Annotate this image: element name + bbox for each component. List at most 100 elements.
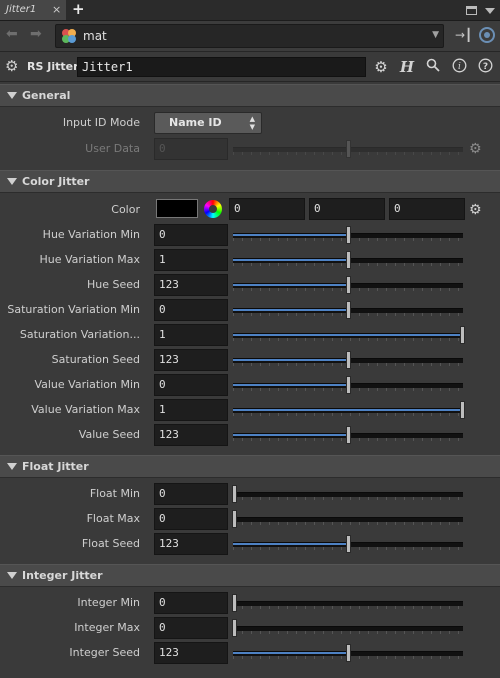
network-path-text: mat	[83, 29, 107, 43]
hue-variation-min-field[interactable]: 0	[154, 224, 228, 246]
saturation-variation-min-field[interactable]: 0	[154, 299, 228, 321]
user-data-slider	[233, 138, 463, 160]
hue-variation-max-field[interactable]: 1	[154, 249, 228, 271]
node-type-label: RS Jitter	[27, 60, 79, 73]
integer-max-field[interactable]: 0	[154, 617, 228, 639]
value-variation-max-field[interactable]: 1	[154, 399, 228, 421]
integer-min-field[interactable]: 0	[154, 592, 228, 614]
hue-variation-max-slider[interactable]	[233, 249, 463, 271]
slider-handle[interactable]	[346, 301, 351, 319]
integer-seed-field[interactable]: 123	[154, 642, 228, 664]
color-wheel-icon[interactable]	[204, 200, 222, 218]
color-swatch[interactable]	[156, 199, 198, 218]
pin-icon[interactable]: →┃	[455, 28, 472, 44]
slider-handle[interactable]	[460, 326, 465, 344]
window-icon[interactable]	[466, 6, 477, 15]
node-type-gear-icon[interactable]: ⚙	[5, 58, 21, 74]
hue-variation-min-label: Hue Variation Min	[42, 228, 140, 241]
slider-handle[interactable]	[232, 485, 237, 503]
collapse-arrow-icon	[7, 92, 17, 99]
slider-handle[interactable]	[346, 276, 351, 294]
input-id-mode-dropdown[interactable]: Name ID ▲ ▼	[154, 112, 262, 134]
float-min-field[interactable]: 0	[154, 483, 228, 505]
tab-jitter1[interactable]: Jitter1 ×	[0, 0, 66, 20]
slider-handle[interactable]	[346, 351, 351, 369]
input-id-mode-label: Input ID Mode	[62, 116, 140, 129]
path-bar: ⬅ ➡ mat ▼	[0, 21, 500, 52]
slider-handle[interactable]	[232, 510, 237, 528]
info-icon[interactable]: i	[450, 58, 468, 76]
color-r-field[interactable]: 0	[229, 198, 305, 220]
hue-seed-slider[interactable]	[233, 274, 463, 296]
slider-handle[interactable]	[346, 376, 351, 394]
section-title: Float Jitter	[22, 460, 89, 473]
saturation-variation-slider[interactable]	[233, 324, 465, 346]
value-seed-slider[interactable]	[233, 424, 463, 446]
link-target-icon[interactable]	[479, 27, 495, 43]
add-tab-icon[interactable]: +	[72, 0, 85, 19]
collapse-arrow-icon	[7, 572, 17, 579]
integer-min-slider[interactable]	[232, 592, 463, 614]
help-icon[interactable]: ?	[476, 58, 494, 76]
float-max-field[interactable]: 0	[154, 508, 228, 530]
color-g-field[interactable]: 0	[309, 198, 385, 220]
float-seed-label: Float Seed	[81, 537, 140, 550]
path-dropdown-icon[interactable]: ▼	[432, 30, 439, 40]
forward-arrow-icon[interactable]: ➡	[30, 26, 42, 42]
section-title: General	[22, 89, 71, 102]
saturation-variation-field[interactable]: 1	[154, 324, 228, 346]
chevron-down-icon[interactable]	[485, 8, 495, 14]
tab-title: Jitter1	[6, 4, 37, 15]
value-seed-field[interactable]: 123	[154, 424, 228, 446]
slider-handle[interactable]	[232, 594, 237, 612]
user-data-label: User Data	[85, 142, 140, 155]
hue-variation-min-slider[interactable]	[233, 224, 463, 246]
saturation-seed-label: Saturation Seed	[51, 353, 140, 366]
node-header: ⚙ RS Jitter Jitter1 ⚙ H i ?	[0, 53, 500, 82]
slider-handle[interactable]	[346, 426, 351, 444]
slider-handle[interactable]	[346, 535, 351, 553]
help-h-icon[interactable]: H	[398, 58, 416, 76]
value-variation-max-slider[interactable]	[233, 399, 465, 421]
float-max-slider[interactable]	[232, 508, 463, 530]
section-float-jitter[interactable]: Float Jitter	[0, 455, 500, 478]
value-variation-min-slider[interactable]	[233, 374, 463, 396]
float-seed-field[interactable]: 123	[154, 533, 228, 555]
hue-seed-field[interactable]: 123	[154, 274, 228, 296]
saturation-variation-min-label: Saturation Variation Min	[7, 303, 140, 316]
back-arrow-icon[interactable]: ⬅	[6, 26, 18, 42]
value-variation-min-field[interactable]: 0	[154, 374, 228, 396]
user-data-gear-icon: ⚙	[469, 141, 482, 157]
user-data-field: 0	[154, 138, 228, 160]
integer-seed-slider[interactable]	[233, 642, 463, 664]
section-color-jitter[interactable]: Color Jitter	[0, 170, 500, 193]
section-title: Integer Jitter	[22, 569, 103, 582]
network-path-field[interactable]: mat ▼	[55, 24, 444, 48]
slider-handle[interactable]	[346, 644, 351, 662]
section-general[interactable]: General	[0, 84, 500, 107]
slider-handle[interactable]	[346, 251, 351, 269]
svg-text:i: i	[458, 62, 461, 72]
slider-handle[interactable]	[346, 226, 351, 244]
float-min-label: Float Min	[89, 487, 140, 500]
saturation-seed-field[interactable]: 123	[154, 349, 228, 371]
collapse-arrow-icon	[7, 463, 17, 470]
gear-icon[interactable]: ⚙	[372, 58, 390, 76]
float-seed-slider[interactable]	[233, 533, 463, 555]
integer-max-slider[interactable]	[232, 617, 463, 639]
color-b-field[interactable]: 0	[389, 198, 465, 220]
value-seed-label: Value Seed	[78, 428, 140, 441]
search-icon[interactable]	[424, 58, 442, 76]
node-name-input[interactable]: Jitter1	[77, 57, 366, 77]
updown-arrows-icon: ▲ ▼	[249, 115, 255, 131]
float-min-slider[interactable]	[232, 483, 463, 505]
slider-handle[interactable]	[460, 401, 465, 419]
saturation-variation-min-slider[interactable]	[233, 299, 463, 321]
tab-close-icon[interactable]: ×	[52, 0, 61, 20]
slider-handle[interactable]	[232, 619, 237, 637]
color-gear-icon[interactable]: ⚙	[469, 203, 483, 217]
section-title: Color Jitter	[22, 175, 90, 188]
value-variation-max-label: Value Variation Max	[31, 403, 140, 416]
section-integer-jitter[interactable]: Integer Jitter	[0, 564, 500, 587]
saturation-seed-slider[interactable]	[233, 349, 463, 371]
